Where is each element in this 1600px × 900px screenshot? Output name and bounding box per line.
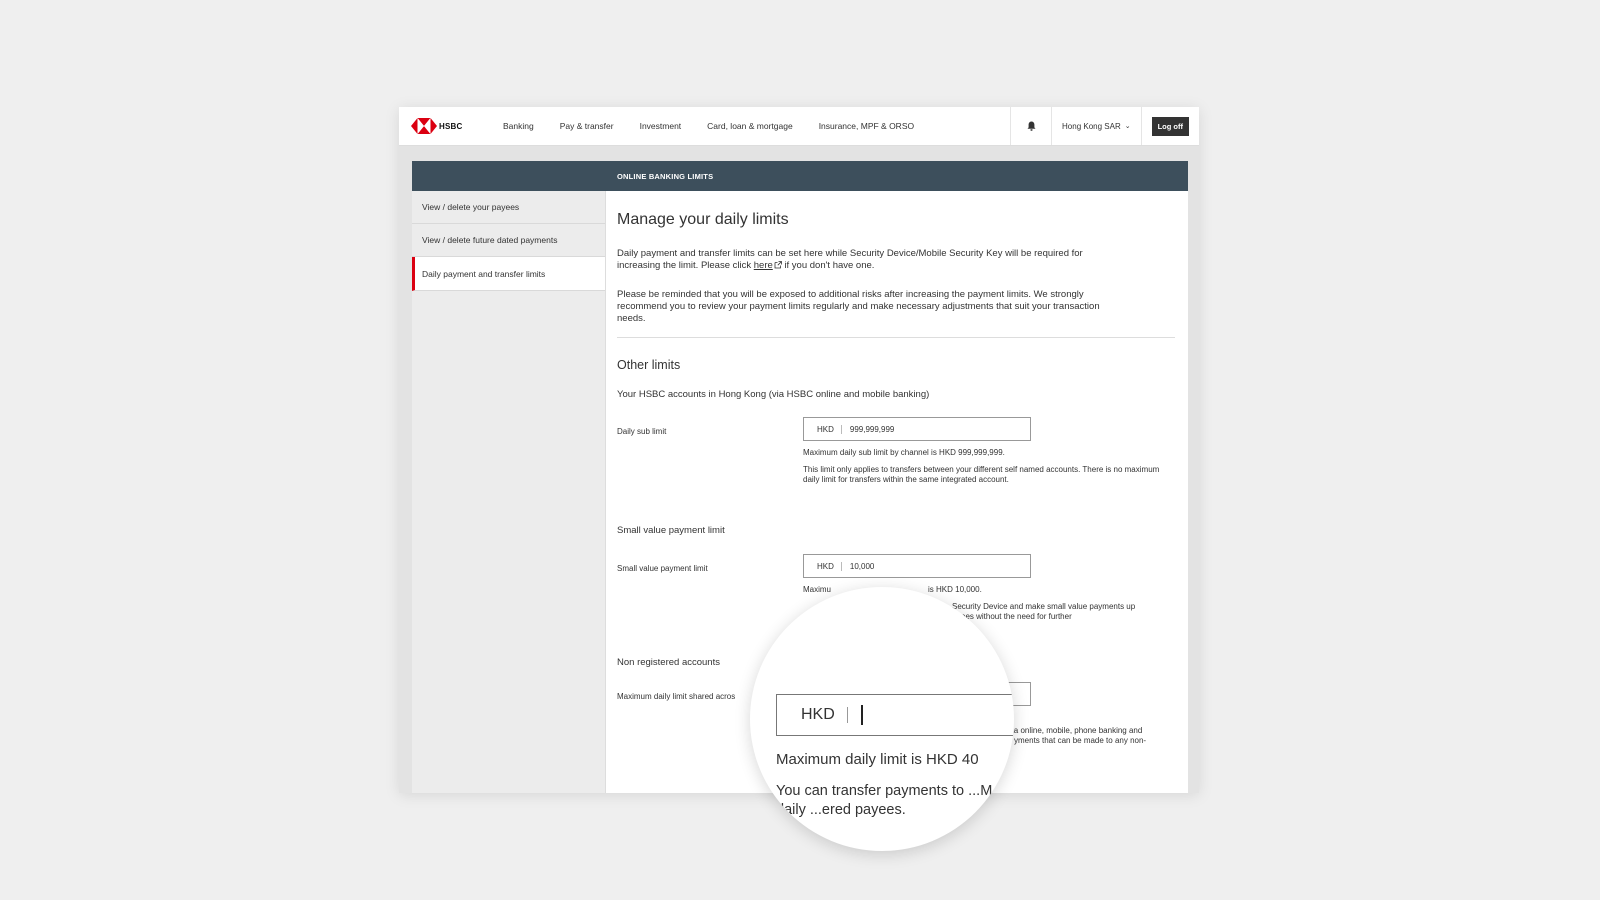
sidebar: View / delete your payees View / delete …	[412, 191, 606, 793]
sidebar-item-daily-limits[interactable]: Daily payment and transfer limits	[412, 257, 605, 291]
region-label: Hong Kong SAR	[1062, 121, 1121, 131]
currency-label: HKD	[804, 561, 842, 571]
sidebar-item-payees[interactable]: View / delete your payees	[412, 191, 605, 224]
daily-sub-limit-label: Daily sub limit	[617, 427, 667, 436]
daily-sub-limit-note: This limit only applies to transfers bet…	[803, 465, 1160, 484]
page-title: Manage your daily limits	[617, 211, 789, 228]
text-cursor	[860, 705, 863, 725]
nav-insurance-mpf-orso[interactable]: Insurance, MPF & ORSO	[819, 121, 914, 131]
magnified-hint: Maximum daily limit is HKD 40	[776, 751, 979, 768]
small-value-title: Small value payment limit	[617, 525, 725, 536]
sidebar-item-future-payments[interactable]: View / delete future dated payments	[412, 224, 605, 257]
bell-icon	[1027, 121, 1036, 131]
panel-header: ONLINE BANKING LIMITS	[412, 161, 1188, 191]
top-navigation: HSBC Banking Pay & transfer Investment C…	[399, 107, 1199, 146]
notification-button[interactable]	[1010, 107, 1053, 145]
small-value-note-line2: yees without the need for further	[957, 612, 1072, 621]
divider	[617, 337, 1175, 338]
here-link[interactable]: here	[754, 260, 773, 271]
daily-sub-limit-row: Daily sub limit HKD 999,999,999 Maximum …	[617, 417, 1177, 517]
magnified-limit-input[interactable]: HKD	[776, 694, 1014, 736]
non-registered-label: Maximum daily limit shared acros	[617, 692, 736, 701]
non-registered-note-line2: yments that can be made to any non-	[1014, 736, 1147, 745]
nav-investment[interactable]: Investment	[640, 121, 682, 131]
chevron-down-icon: ⌄	[1124, 123, 1131, 130]
daily-sub-limit-input[interactable]: HKD 999,999,999	[803, 417, 1031, 441]
small-value-note-line1: Security Device and make small value pay…	[952, 602, 1136, 611]
nav-banking[interactable]: Banking	[503, 121, 534, 131]
small-value-value: 10,000	[849, 561, 875, 571]
small-value-label: Small value payment limit	[617, 564, 708, 573]
hsbc-hexagon-icon	[411, 118, 437, 134]
intro-paragraph: Daily payment and transfer limits can be…	[617, 248, 1083, 271]
daily-sub-limit-value: 999,999,999	[849, 424, 895, 434]
hsbc-logo[interactable]: HSBC	[411, 118, 471, 134]
daily-sub-limit-hint: Maximum daily sub limit by channel is HK…	[803, 448, 1005, 457]
magnified-currency-label: HKD	[777, 707, 848, 723]
other-limits-title: Other limits	[617, 358, 681, 372]
currency-label: HKD	[804, 424, 842, 434]
small-value-hint-end: is HKD 10,000.	[928, 585, 982, 594]
magnifier-callout: HKD Maximum daily limit is HKD 40 You ca…	[750, 587, 1014, 851]
small-value-input[interactable]: HKD 10,000	[803, 554, 1031, 578]
accounts-subtitle: Your HSBC accounts in Hong Kong (via HSB…	[617, 389, 930, 400]
magnified-note: You can transfer payments to ...M. This …	[776, 783, 1014, 818]
logo-text: HSBC	[439, 121, 463, 131]
log-off-button[interactable]: Log off	[1151, 116, 1189, 136]
external-link-icon	[774, 261, 782, 269]
risk-paragraph: Please be reminded that you will be expo…	[617, 289, 1100, 324]
nav-pay-transfer[interactable]: Pay & transfer	[560, 121, 614, 131]
non-registered-note-line1: via online, mobile, phone banking and	[1008, 726, 1143, 735]
region-selector[interactable]: Hong Kong SAR ⌄	[1052, 107, 1142, 145]
nav-card-loan-mortgage[interactable]: Card, loan & mortgage	[707, 121, 793, 131]
